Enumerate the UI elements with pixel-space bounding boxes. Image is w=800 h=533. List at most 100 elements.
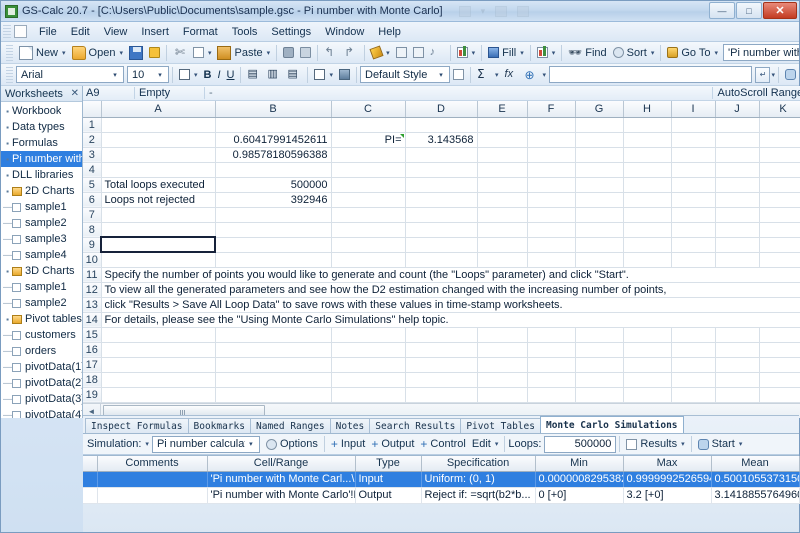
cell-C9[interactable] — [331, 237, 406, 253]
row-header-4[interactable]: 4 — [83, 162, 102, 178]
menu-item-file[interactable]: File — [32, 24, 64, 40]
tree-item-customers[interactable]: — customers — [1, 327, 82, 343]
cell-F9[interactable] — [527, 237, 576, 253]
table-header-cell-range[interactable]: Cell/Range — [207, 456, 356, 472]
cell-A3[interactable] — [101, 147, 216, 163]
cell-A14[interactable]: For details, please see the "Using Monte… — [101, 312, 800, 328]
cell-J1[interactable] — [715, 117, 760, 133]
cell-H3[interactable] — [623, 147, 672, 163]
underline-button[interactable]: U — [224, 65, 238, 84]
cell-D9[interactable] — [405, 237, 478, 253]
cell-G3[interactable] — [575, 147, 624, 163]
tree-toggle-icon[interactable]: ▪ — [3, 187, 12, 196]
cell-C15[interactable] — [331, 327, 406, 343]
column-header-E[interactable]: E — [477, 101, 528, 118]
cell-G19[interactable] — [575, 387, 624, 403]
row-header-10[interactable]: 10 — [83, 252, 102, 268]
cell-B8[interactable] — [215, 222, 332, 238]
cell-I10[interactable] — [671, 252, 716, 268]
table-cell-type[interactable]: Input — [355, 471, 422, 488]
cell-A10[interactable] — [101, 252, 216, 268]
cell-H19[interactable] — [623, 387, 672, 403]
cell-B7[interactable] — [215, 207, 332, 223]
font-name-combo[interactable]: Arial ▾ — [16, 66, 124, 83]
menu-item-insert[interactable]: Insert — [134, 24, 176, 40]
copy-button[interactable]: ▾ — [190, 43, 215, 62]
insert-function-button[interactable]: ⊕ ▾ — [522, 65, 550, 84]
cell-F8[interactable] — [527, 222, 576, 238]
cell-I3[interactable] — [671, 147, 716, 163]
cell-E8[interactable] — [477, 222, 528, 238]
cell-F6[interactable] — [527, 192, 576, 208]
cell-G2[interactable] — [575, 132, 624, 148]
minimize-button[interactable]: — — [709, 2, 735, 19]
cell-F19[interactable] — [527, 387, 576, 403]
column-header-D[interactable]: D — [405, 101, 478, 118]
tab-bookmarks[interactable]: Bookmarks — [187, 418, 250, 433]
cell-H6[interactable] — [623, 192, 672, 208]
autosum-button[interactable]: Σ ▾ — [474, 65, 502, 84]
cell-A7[interactable] — [101, 207, 216, 223]
cell-B9[interactable] — [215, 237, 332, 253]
cell-C10[interactable] — [331, 252, 406, 268]
background-color-button[interactable] — [336, 65, 353, 84]
cell-H2[interactable] — [623, 132, 672, 148]
note-button[interactable]: ♪ — [427, 43, 447, 62]
row-header-11[interactable]: 11 — [83, 267, 102, 283]
grid-row[interactable]: 12 To view all the generated parameters a… — [83, 282, 800, 298]
cell-J9[interactable] — [715, 237, 760, 253]
cell-J4[interactable] — [715, 162, 760, 178]
cell-J18[interactable] — [715, 372, 760, 388]
print-button[interactable] — [297, 43, 314, 62]
borders-button[interactable]: ▾ — [311, 65, 336, 84]
chevron-down-icon[interactable]: ▾ — [681, 440, 685, 448]
cell-F16[interactable] — [527, 342, 576, 358]
table-cell-min[interactable]: 0.00000082953824 [... — [535, 471, 624, 488]
tree-item-dll-libraries[interactable]: ▪ DLL libraries — [1, 167, 82, 183]
chevron-down-icon[interactable]: ▾ — [62, 49, 66, 57]
cell-G18[interactable] — [575, 372, 624, 388]
tree-toggle-icon[interactable]: ▪ — [3, 155, 12, 164]
cell-H5[interactable] — [623, 177, 672, 193]
row-header-12[interactable]: 12 — [83, 282, 102, 298]
cell-K18[interactable] — [759, 372, 800, 388]
row-selector[interactable] — [83, 487, 98, 504]
cell-A9[interactable] — [100, 236, 216, 253]
column-header-H[interactable]: H — [623, 101, 672, 118]
cell-A8[interactable] — [101, 222, 216, 238]
cell-K5[interactable] — [759, 177, 800, 193]
cell-H8[interactable] — [623, 222, 672, 238]
tree-item-sample3[interactable]: — sample3 — [1, 231, 82, 247]
cell-J17[interactable] — [715, 357, 760, 373]
cell-H17[interactable] — [623, 357, 672, 373]
autoscroll-range-combo[interactable]: AutoScroll Range ▾ — [711, 87, 800, 99]
cell-E16[interactable] — [477, 342, 528, 358]
cell-D1[interactable] — [405, 117, 478, 133]
cell-D4[interactable] — [405, 162, 478, 178]
table-cell-comments[interactable] — [97, 487, 208, 504]
chevron-down-icon[interactable]: ▾ — [435, 71, 447, 79]
cell-C8[interactable] — [331, 222, 406, 238]
cell-E4[interactable] — [477, 162, 528, 178]
cell-H15[interactable] — [623, 327, 672, 343]
cell-reference-input[interactable]: A9 — [83, 87, 135, 99]
table-header-specification[interactable]: Specification — [421, 456, 536, 472]
tree-item-sample2[interactable]: — sample2 — [1, 295, 82, 311]
undo-button[interactable]: ↰ — [321, 43, 341, 62]
cell-J10[interactable] — [715, 252, 760, 268]
cell-E17[interactable] — [477, 357, 528, 373]
cell-C19[interactable] — [331, 387, 406, 403]
paste-button[interactable]: Paste ▾ — [214, 43, 273, 62]
grid-row[interactable]: 14 For details, please see the "Using Mon… — [83, 312, 800, 328]
row-header-8[interactable]: 8 — [83, 222, 102, 238]
tree-item-sample2[interactable]: — sample2 — [1, 215, 82, 231]
sheet-name-combo[interactable]: 'Pi number with — [723, 44, 799, 61]
tree-item-sample1[interactable]: — sample1 — [1, 279, 82, 295]
cell-E10[interactable] — [477, 252, 528, 268]
start-button[interactable]: Start ▾ — [695, 435, 746, 454]
tree-toggle-icon[interactable]: ▪ — [3, 123, 12, 132]
cell-G17[interactable] — [575, 357, 624, 373]
tree-toggle-icon[interactable]: ▪ — [3, 139, 12, 148]
cut-button[interactable]: ✄ — [170, 43, 190, 62]
cell-E5[interactable] — [477, 177, 528, 193]
